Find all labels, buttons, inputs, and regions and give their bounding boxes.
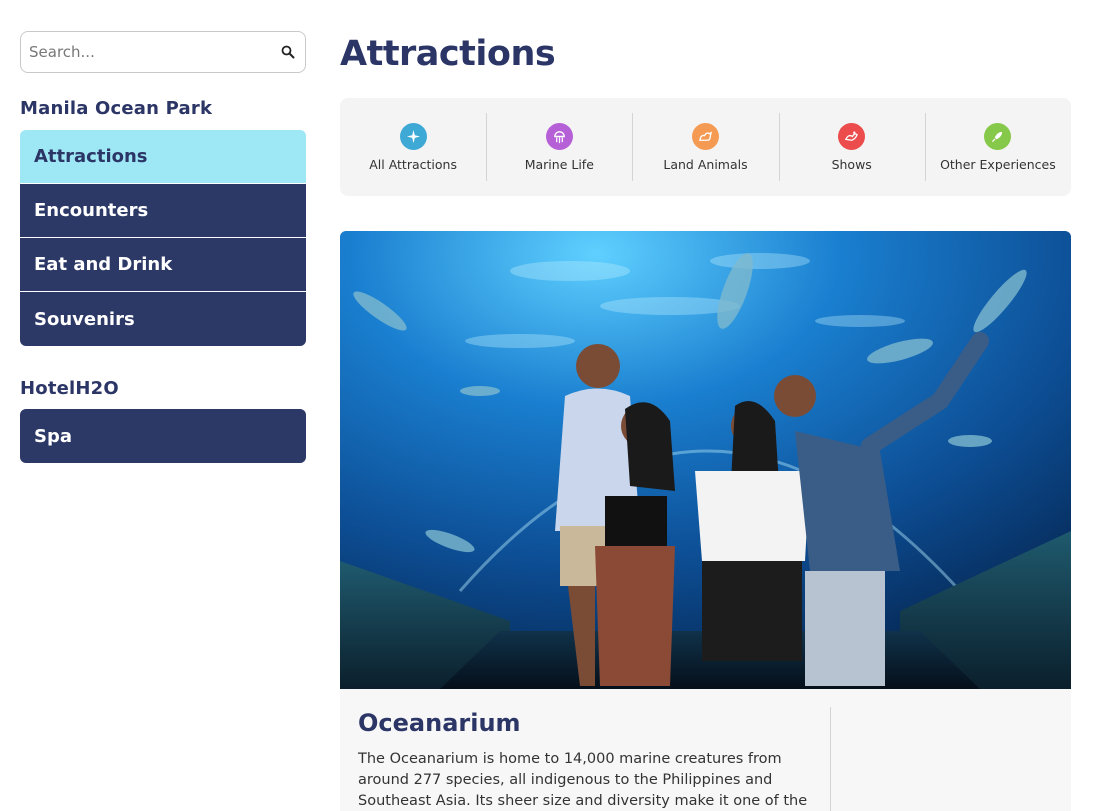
category-label: Land Animals — [663, 157, 748, 172]
category-all-attractions[interactable]: All Attractions — [340, 98, 486, 196]
attraction-description: The Oceanarium is home to 14,000 marine … — [358, 751, 808, 809]
attraction-title: Oceanarium — [358, 709, 521, 737]
sidebar-item-encounters[interactable]: Encounters — [20, 184, 306, 238]
show-icon — [838, 123, 866, 150]
attraction-card[interactable]: Oceanarium The Oceanarium is home to 14,… — [340, 689, 1071, 811]
category-label: Shows — [831, 157, 872, 172]
sparkle-icon — [399, 123, 427, 150]
page-title: Attractions — [340, 34, 556, 74]
category-label: Marine Life — [524, 157, 594, 172]
search-input[interactable] — [29, 32, 279, 71]
oceanarium-photo — [340, 231, 1071, 689]
category-label: All Attractions — [369, 157, 457, 172]
jellyfish-icon — [545, 123, 573, 150]
rocket-icon — [984, 123, 1012, 150]
category-filter-bar: All Attractions Marine Life Land Animals… — [340, 98, 1071, 196]
sidebar-menu-hotel: Spa — [20, 409, 306, 463]
sidebar: Manila Ocean Park Attractions Encounters… — [20, 31, 306, 463]
search-icon[interactable] — [280, 44, 296, 60]
category-label: Other Experiences — [940, 157, 1056, 172]
search-box[interactable] — [20, 31, 306, 73]
category-land-animals[interactable]: Land Animals — [632, 98, 778, 196]
sidebar-item-spa[interactable]: Spa — [20, 409, 306, 463]
category-marine-life[interactable]: Marine Life — [486, 98, 632, 196]
sidebar-menu-park: Attractions Encounters Eat and Drink Sou… — [20, 130, 306, 346]
animal-icon — [692, 123, 719, 150]
sidebar-group-title: HotelH2O — [20, 378, 119, 399]
sidebar-item-eat-and-drink[interactable]: Eat and Drink — [20, 238, 306, 292]
sidebar-group-title: Manila Ocean Park — [20, 98, 213, 119]
sidebar-item-souvenirs[interactable]: Souvenirs — [20, 292, 306, 346]
card-divider — [830, 707, 831, 811]
sidebar-item-attractions[interactable]: Attractions — [20, 130, 306, 184]
category-other-experiences[interactable]: Other Experiences — [924, 98, 1071, 196]
category-shows[interactable]: Shows — [778, 98, 925, 196]
oceanarium-image[interactable] — [340, 231, 1071, 689]
